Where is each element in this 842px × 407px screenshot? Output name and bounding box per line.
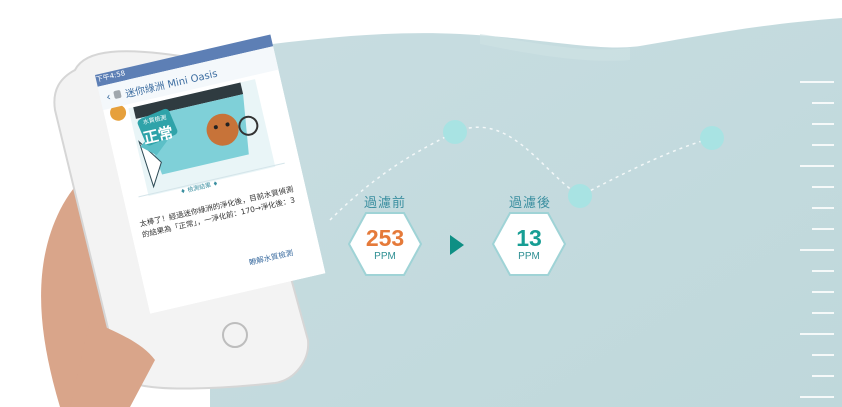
before-value: 253 — [365, 225, 405, 251]
after-unit: PPM — [518, 251, 540, 262]
bubble — [443, 120, 467, 144]
promo-stage: 過濾前 253 PPM 過濾後 13 PPM 下午4:58 ‹ 迷你綠洲 Min… — [0, 0, 842, 407]
arrow-right-icon — [450, 235, 464, 255]
after-value: 13 — [516, 225, 542, 251]
bubble — [568, 184, 592, 208]
before-label: 過濾前 — [364, 196, 407, 211]
before-hexagon: 253 PPM — [347, 211, 423, 277]
before-unit: PPM — [374, 251, 396, 262]
bubble — [700, 126, 724, 150]
after-label: 過濾後 — [509, 196, 552, 211]
after-hexagon: 13 PPM — [491, 211, 567, 277]
shield-icon — [113, 89, 123, 100]
back-icon[interactable]: ‹ — [105, 90, 112, 104]
